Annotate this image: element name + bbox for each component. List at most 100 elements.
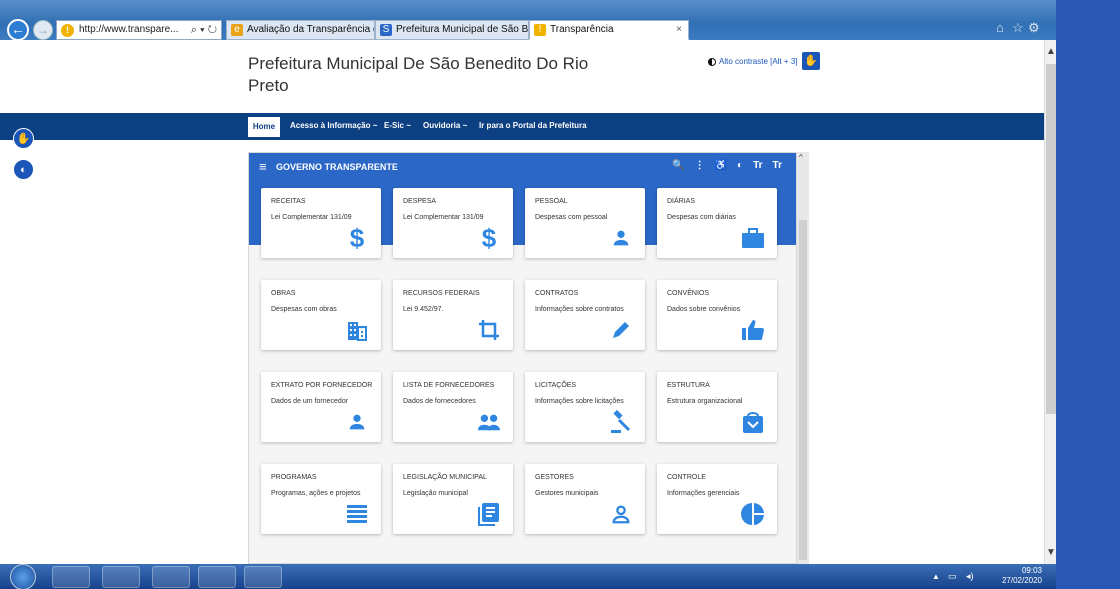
address-text: http://www.transpare... — [79, 24, 179, 35]
card-obras[interactable]: OBRAS Despesas com obras — [261, 280, 381, 350]
org-bag-icon — [741, 410, 765, 434]
building-icon — [345, 318, 369, 342]
start-button[interactable] — [10, 564, 36, 589]
address-bar[interactable]: ! http://www.transpare... ⌕ ▾ ↻ — [56, 20, 222, 40]
card-contratos[interactable]: CONTRATOS Informações sobre contratos — [525, 280, 645, 350]
nav-ouvidoria[interactable]: Ouvidoria ~ — [423, 121, 467, 130]
transparency-panel: ≡ GOVERNO TRANSPARENTE 🔍 ⋮ ♿ ◐ Tr Tr REC… — [248, 152, 797, 564]
tab-prefeitura[interactable]: S Prefeitura Municipal de São Be... — [375, 20, 529, 40]
pie-chart-icon — [741, 502, 765, 526]
card-estrutura[interactable]: ESTRUTURA Estrutura organizacional — [657, 372, 777, 442]
document-icon — [477, 502, 501, 526]
back-button[interactable]: ← — [7, 19, 29, 41]
card-di-rias[interactable]: DIÁRIAS Despesas com diárias — [657, 188, 777, 258]
panel-tools: 🔍 ⋮ ♿ ◐ Tr Tr — [672, 160, 782, 171]
scroll-up-icon[interactable]: ▲ — [1046, 46, 1056, 57]
accessibility-icon[interactable]: ♿ — [715, 160, 727, 171]
nav-home[interactable]: Home — [248, 117, 280, 137]
menu-icon[interactable]: ≡ — [259, 159, 267, 174]
star-icon[interactable]: ☆ — [1012, 20, 1024, 36]
info-icon: ! — [534, 24, 546, 36]
ie-icon[interactable] — [198, 566, 236, 588]
search-icon[interactable]: 🔍 — [672, 160, 684, 171]
sign-language-icon[interactable]: ✋ — [13, 128, 34, 149]
card-despesa[interactable]: DESPESA Lei Complementar 131/09 $ — [393, 188, 513, 258]
card-subtitle: Programas, ações e projetos — [271, 490, 361, 497]
card-subtitle: Legislação municipal — [403, 490, 468, 497]
card-title: PESSOAL — [535, 198, 568, 205]
home-icon[interactable]: ⌂ — [996, 20, 1004, 35]
card-subtitle: Gestores municipais — [535, 490, 599, 497]
tab-avaliacao[interactable]: e Avaliação da Transparência do... — [226, 20, 375, 40]
page-scrollbar[interactable]: ▲ ▼ — [1044, 40, 1056, 564]
dollar-icon: $ — [349, 223, 365, 253]
card-controle[interactable]: CONTROLE Informações gerenciais — [657, 464, 777, 534]
card-title: RECURSOS FEDERAIS — [403, 290, 480, 297]
snipping-tool-icon[interactable] — [244, 566, 282, 588]
card-grid: RECEITAS Lei Complementar 131/09 $ DESPESA L… — [261, 188, 785, 534]
card-extrato-por-fornecedor[interactable]: EXTRATO POR FORNECEDOR Dados de um fornec… — [261, 372, 381, 442]
person-icon — [609, 226, 633, 250]
card-subtitle: Lei Complementar 131/09 — [403, 214, 484, 221]
taskbar: ▲ ▭ ◂) 09:03 27/02/2020 — [0, 564, 1056, 589]
network-icon[interactable]: ▭ — [948, 571, 957, 582]
chrome-icon[interactable] — [152, 566, 190, 588]
explorer-icon[interactable] — [52, 566, 90, 588]
font-increase-icon[interactable]: Tr — [753, 160, 762, 171]
forward-button[interactable]: → — [33, 20, 53, 40]
nav-portal-prefeitura[interactable]: Ir para o Portal da Prefeitura — [479, 121, 587, 130]
scroll-down-icon[interactable]: ▼ — [1046, 547, 1056, 558]
nav-esic[interactable]: E-Sic ~ — [384, 121, 411, 130]
more-icon[interactable]: ⋮ — [695, 160, 705, 171]
media-player-icon[interactable] — [102, 566, 140, 588]
tray-expand-icon[interactable]: ▲ — [932, 572, 940, 581]
card-recursos-federais[interactable]: RECURSOS FEDERAIS Lei 9.452/97. — [393, 280, 513, 350]
card-title: ESTRUTURA — [667, 382, 710, 389]
font-decrease-icon[interactable]: Tr — [773, 160, 782, 171]
inner-scrollbar[interactable]: ^ — [797, 152, 809, 564]
scroll-thumb[interactable] — [1046, 64, 1056, 414]
site-info-icon[interactable]: ! — [61, 24, 74, 37]
card-title: DIÁRIAS — [667, 198, 696, 205]
card-title: PROGRAMAS — [271, 474, 317, 481]
person-outline-icon — [609, 502, 633, 526]
card-subtitle: Dados de um fornecedor — [271, 398, 349, 405]
nav-acesso-informacao[interactable]: Acesso à Informação ~ — [290, 121, 377, 130]
card-title: DESPESA — [403, 198, 437, 205]
thumbs-up-icon — [741, 318, 765, 342]
tab-label: Prefeitura Municipal de São Be... — [396, 24, 529, 35]
volume-icon[interactable]: ◂) — [966, 571, 974, 582]
scroll-up-icon[interactable]: ^ — [799, 153, 803, 162]
card-programas[interactable]: PROGRAMAS Programas, ações e projetos — [261, 464, 381, 534]
close-icon[interactable]: × — [676, 21, 682, 39]
crop-icon — [477, 318, 501, 342]
address-controls[interactable]: ⌕ ▾ ↻ — [191, 21, 217, 39]
site-title: Prefeitura Municipal De São Benedito Do … — [248, 54, 589, 95]
card-title: LISTA DE FORNECEDORES — [403, 382, 495, 389]
card-licita-es[interactable]: LICITAÇÕES Informações sobre licitações — [525, 372, 645, 442]
card-subtitle: Despesas com diárias — [667, 214, 736, 221]
briefcase-icon — [741, 226, 765, 250]
high-contrast-link[interactable]: Alto contraste [Alt + 3] — [708, 57, 797, 66]
inner-scroll-thumb[interactable] — [799, 220, 807, 560]
card-conv-nios[interactable]: CONVÊNIOS Dados sobre convênios — [657, 280, 777, 350]
card-title: LEGISLAÇÃO MUNICIPAL — [403, 474, 487, 481]
card-legisla-o-municipal[interactable]: LEGISLAÇÃO MUNICIPAL Legislação municipal — [393, 464, 513, 534]
tab-transparencia[interactable]: ! Transparência × — [529, 20, 689, 40]
people-icon — [477, 410, 501, 434]
list-icon — [345, 502, 369, 526]
card-receitas[interactable]: RECEITAS Lei Complementar 131/09 $ — [261, 188, 381, 258]
card-lista-de-fornecedores[interactable]: LISTA DE FORNECEDORES Dados de fornecedor… — [393, 372, 513, 442]
sign-language-icon[interactable]: ✋ — [802, 52, 820, 70]
card-pessoal[interactable]: PESSOAL Despesas com pessoal — [525, 188, 645, 258]
dollar-icon: $ — [481, 223, 497, 253]
card-title: CONVÊNIOS — [667, 290, 710, 297]
card-title: CONTROLE — [667, 474, 706, 481]
gear-icon[interactable]: ⚙ — [1028, 20, 1040, 36]
web-page: Prefeitura Municipal De São Benedito Do … — [0, 40, 1044, 564]
clock[interactable]: 09:03 27/02/2020 — [1002, 566, 1042, 586]
contrast-icon[interactable]: ◐ — [13, 159, 34, 180]
card-gestores[interactable]: GESTORES Gestores municipais — [525, 464, 645, 534]
ie-icon: e — [231, 24, 243, 36]
contrast-icon[interactable]: ◐ — [737, 160, 743, 171]
